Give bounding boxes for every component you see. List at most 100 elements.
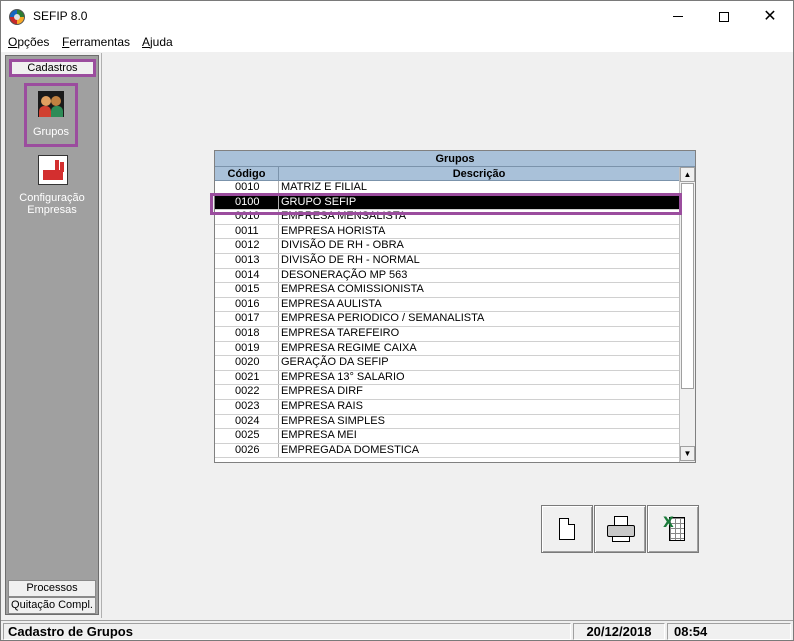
cell-descricao: EMPRESA PERIODICO / SEMANALISTA (281, 312, 485, 325)
cell-codigo: 0011 (215, 224, 279, 239)
cell-codigo: 0024 (215, 414, 279, 429)
sidebar-item-configuracao-empresas[interactable]: Configuração Empresas (6, 192, 98, 216)
sidebar-section-processos[interactable]: Processos (8, 580, 96, 597)
table-row[interactable]: 0021 EMPRESA 13° SALARIO (215, 370, 679, 386)
grupos-grid: Grupos Código Descrição 0010 MATRIZ E FIL… (214, 150, 696, 463)
sidebar-section-quitacao[interactable]: Quitação Compl. (8, 597, 96, 614)
minimize-button[interactable] (655, 1, 701, 32)
table-row[interactable]: 0010 EMPRESA MENSALISTA (215, 210, 679, 225)
cell-codigo: 0017 (215, 312, 279, 326)
table-row[interactable]: 0023 EMPRESA RAIS (215, 399, 679, 415)
cell-descricao: EMPRESA DIRF (281, 385, 363, 398)
window-title: SEFIP 8.0 (33, 9, 88, 23)
sidebar-item-grupos[interactable]: Grupos (24, 83, 78, 147)
sidebar-item-label: Configuração (19, 192, 85, 204)
table-row[interactable]: 0019 EMPRESA REGIME CAIXA (215, 341, 679, 357)
table-row[interactable]: 0024 EMPRESA SIMPLES (215, 414, 679, 430)
table-row[interactable]: 0020 GERAÇÃO DA SEFIP (215, 356, 679, 371)
sidebar: Cadastros Grupos Configuração Empresas P… (5, 55, 99, 615)
table-row[interactable]: 0012 DIVISÃO DE RH - OBRA (215, 239, 679, 254)
column-header-descricao[interactable]: Descrição (279, 167, 679, 181)
cell-codigo: 0012 (215, 239, 279, 253)
table-row[interactable]: 0018 EMPRESA TAREFEIRO (215, 326, 679, 342)
maximize-button[interactable] (701, 1, 747, 32)
cell-codigo: 0022 (215, 385, 279, 399)
menu-ferramentas[interactable]: Ferramentas (62, 35, 130, 49)
close-icon: ✕ (763, 7, 777, 25)
menu-bar: Opções Ferramentas Ajuda (1, 32, 793, 52)
cell-codigo: 0020 (215, 356, 279, 370)
grid-rows: 0010 MATRIZ E FILIAL 0100 GRUPO SEFIP 0010 EM… (215, 181, 679, 462)
groups-icon (38, 91, 64, 117)
cell-codigo: 0015 (215, 283, 279, 297)
table-row[interactable]: 0013 DIVISÃO DE RH - NORMAL (215, 253, 679, 269)
export-excel-button[interactable]: X (647, 505, 699, 553)
cell-codigo: 0026 (215, 443, 279, 458)
cell-descricao: DIVISÃO DE RH - NORMAL (281, 253, 420, 266)
cell-codigo: 0016 (215, 297, 279, 312)
printer-icon (607, 516, 635, 542)
cell-descricao: GRUPO SEFIP (281, 195, 357, 208)
excel-icon: X (663, 515, 687, 543)
menu-ajuda[interactable]: Ajuda (142, 35, 173, 49)
cell-descricao: EMPRESA HORISTA (281, 224, 386, 237)
table-row[interactable]: 0014 DESONERAÇÃO MP 563 (215, 268, 679, 284)
cell-codigo: 0014 (215, 268, 279, 283)
status-time: 08:54 (667, 623, 791, 640)
cell-codigo: 0010 (215, 210, 279, 224)
cell-descricao: EMPRESA MEI (281, 429, 357, 442)
cell-descricao: EMPRESA AULISTA (281, 297, 382, 310)
table-row[interactable]: 0010 MATRIZ E FILIAL (215, 181, 679, 196)
sidebar-header-cadastros[interactable]: Cadastros (9, 59, 96, 77)
cell-codigo: 0100 (215, 195, 279, 210)
table-row[interactable]: 0100 GRUPO SEFIP (215, 195, 679, 211)
cell-codigo: 0023 (215, 399, 279, 414)
cell-descricao: EMPRESA COMISSIONISTA (281, 283, 424, 296)
title-bar: SEFIP 8.0 ✕ (1, 1, 793, 32)
cell-descricao: EMPRESA RAIS (281, 399, 363, 412)
cell-descricao: EMPREGADA DOMESTICA (281, 443, 420, 456)
cell-descricao: EMPRESA SIMPLES (281, 414, 385, 427)
cell-descricao: DIVISÃO DE RH - OBRA (281, 239, 404, 252)
new-button[interactable] (541, 505, 593, 553)
grid-title: Grupos (215, 151, 695, 167)
status-bar: Cadastro de Grupos 20/12/2018 08:54 (1, 620, 793, 640)
cell-codigo: 0010 (215, 181, 279, 195)
status-message: Cadastro de Grupos (3, 623, 571, 640)
cell-codigo: 0013 (215, 253, 279, 268)
cell-descricao: MATRIZ E FILIAL (281, 181, 367, 193)
new-document-icon (559, 518, 575, 540)
table-row[interactable]: 0017 EMPRESA PERIODICO / SEMANALISTA (215, 312, 679, 327)
cell-codigo: 0021 (215, 370, 279, 385)
table-row[interactable]: 0022 EMPRESA DIRF (215, 385, 679, 400)
scroll-thumb[interactable] (681, 183, 694, 389)
scroll-down-icon[interactable]: ▼ (680, 446, 695, 461)
vertical-scrollbar[interactable]: ▲ ▼ (679, 167, 695, 462)
table-row[interactable]: 0015 EMPRESA COMISSIONISTA (215, 283, 679, 298)
cell-descricao: EMPRESA TAREFEIRO (281, 326, 400, 339)
cell-descricao: EMPRESA REGIME CAIXA (281, 341, 417, 354)
grid-header: Código Descrição (215, 167, 679, 181)
table-row[interactable]: 0011 EMPRESA HORISTA (215, 224, 679, 240)
print-button[interactable] (594, 505, 646, 553)
cell-codigo: 0019 (215, 341, 279, 356)
table-row[interactable]: 0025 EMPRESA MEI (215, 429, 679, 444)
cell-descricao: DESONERAÇÃO MP 563 (281, 268, 408, 281)
close-button[interactable]: ✕ (747, 1, 793, 32)
app-window: SEFIP 8.0 ✕ Opções Ferramentas Ajuda Cad… (0, 0, 794, 641)
scroll-up-icon[interactable]: ▲ (680, 167, 695, 182)
table-row[interactable]: 0026 EMPREGADA DOMESTICA (215, 443, 679, 459)
factory-icon[interactable] (38, 155, 68, 185)
cell-descricao: EMPRESA MENSALISTA (281, 210, 407, 223)
status-date: 20/12/2018 (573, 623, 665, 640)
sidebar-item-label: Grupos (32, 126, 70, 138)
cell-descricao: EMPRESA 13° SALARIO (281, 370, 405, 383)
column-header-codigo[interactable]: Código (215, 167, 279, 181)
main-area: Grupos Código Descrição 0010 MATRIZ E FIL… (101, 53, 793, 618)
table-row[interactable]: 0016 EMPRESA AULISTA (215, 297, 679, 313)
sefip-app-icon (9, 9, 25, 25)
cell-codigo: 0025 (215, 429, 279, 443)
maximize-icon (719, 11, 729, 22)
menu-opcoes[interactable]: Opções (8, 35, 49, 49)
sidebar-item-label: Empresas (27, 204, 77, 216)
